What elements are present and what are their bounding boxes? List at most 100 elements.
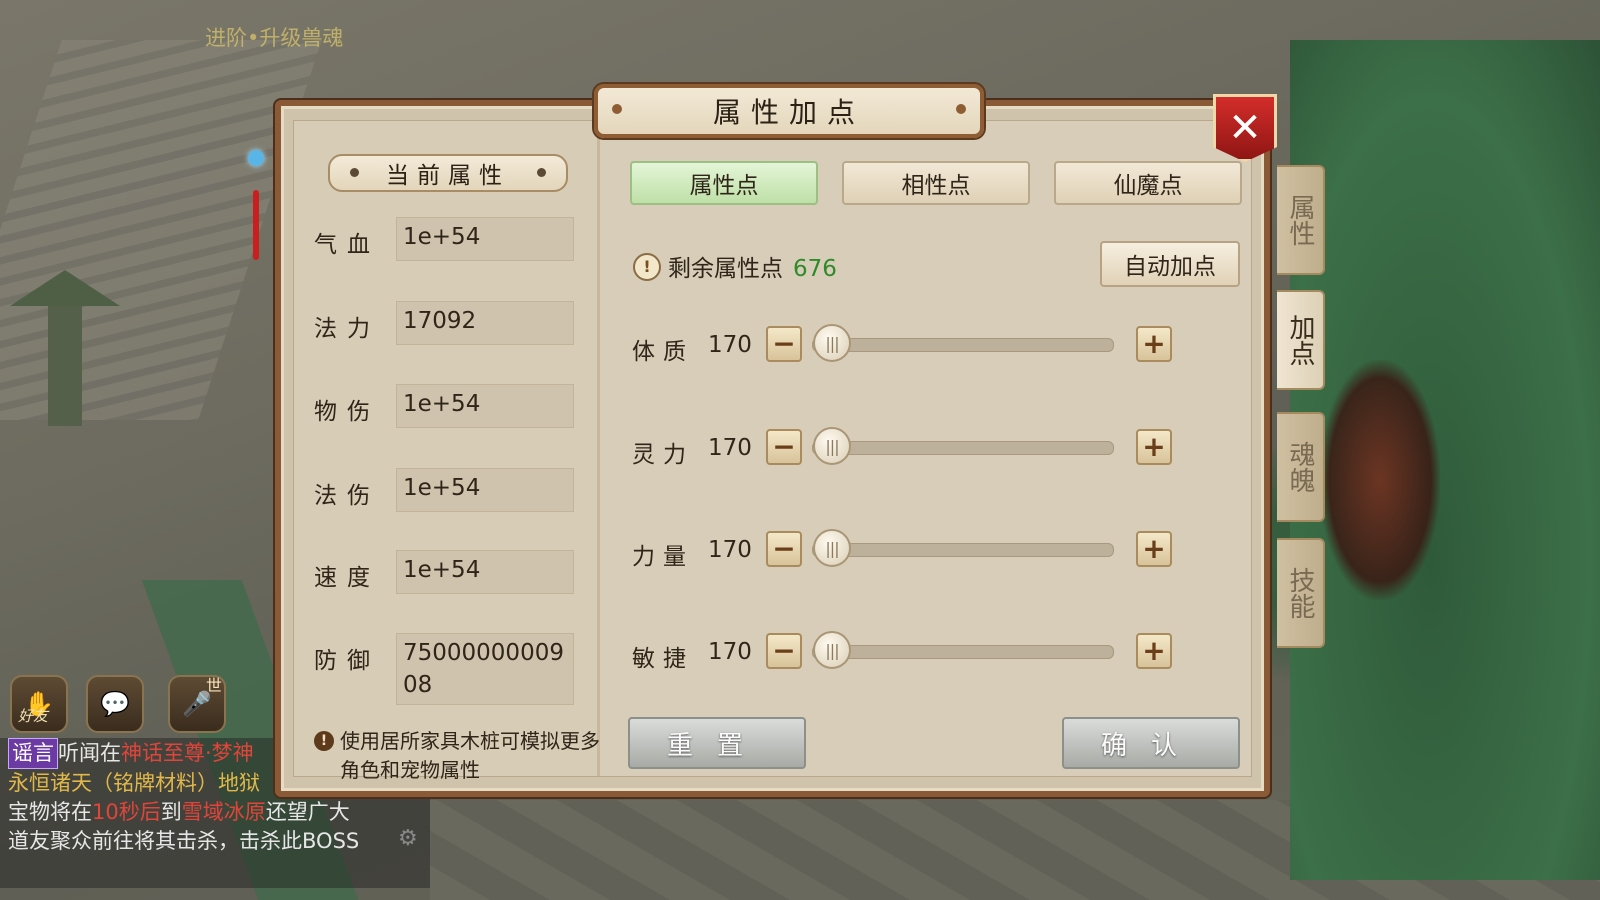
increase-button[interactable]: +: [1136, 326, 1172, 362]
chat-text: 听闻在: [58, 741, 121, 765]
chat-button[interactable]: 💬: [86, 675, 144, 733]
slider-value: 170: [708, 435, 752, 461]
chat-rumor-tag: 谣言: [8, 738, 58, 769]
friends-label: 好友: [18, 707, 49, 725]
decrease-button[interactable]: −: [766, 429, 802, 465]
current-attributes-title: 当前属性: [328, 154, 568, 192]
world-channel-tag: 世: [206, 676, 223, 695]
tab-immortal-demon-points[interactable]: 仙魔点: [1054, 161, 1242, 205]
side-tab-add-points[interactable]: 加点: [1277, 290, 1325, 390]
side-tab-label: 技能: [1285, 567, 1315, 619]
info-exclamation-icon: !: [314, 731, 334, 751]
slider-label: 体质: [632, 339, 694, 365]
attr-value: 1e+54: [396, 550, 574, 594]
slider-label: 灵力: [632, 442, 694, 468]
slider-row-spirit: 灵力 170 − ||| +: [632, 427, 1192, 471]
side-tab-label: 加点: [1285, 314, 1315, 366]
auto-allocate-button[interactable]: 自动加点: [1100, 241, 1240, 287]
slider-knob[interactable]: |||: [813, 324, 851, 362]
attr-row-phys-dmg: 物伤 1e+54: [314, 384, 584, 428]
slider-track[interactable]: [812, 543, 1114, 557]
chat-settings-gear-icon[interactable]: ⚙: [398, 826, 418, 851]
attr-label: 速度: [314, 565, 380, 591]
slider-knob[interactable]: |||: [813, 529, 851, 567]
attr-row-magic-dmg: 法伤 1e+54: [314, 468, 584, 512]
increase-button[interactable]: +: [1136, 531, 1172, 567]
grip-icon: |||: [825, 538, 839, 558]
attr-row-defense: 防御 7500000000908: [314, 633, 584, 705]
chat-highlight: 10秒后: [92, 800, 161, 824]
tab-affinity-points[interactable]: 相性点: [842, 161, 1030, 205]
increase-button[interactable]: +: [1136, 633, 1172, 669]
attr-row-mana: 法力 17092: [314, 301, 584, 345]
slider-knob[interactable]: |||: [813, 631, 851, 669]
remaining-points-value: 676: [793, 256, 837, 282]
boss-silhouette: [1320, 360, 1440, 600]
slider-value: 170: [708, 537, 752, 563]
slider-row-strength: 力量 170 − ||| +: [632, 529, 1192, 573]
jade-charm-ornament: [245, 120, 267, 270]
slider-row-constitution: 体质 170 − ||| +: [632, 324, 1192, 368]
dummy-hint: ! 使用居所家具木桩可模拟更多角色和宠物属性: [314, 727, 610, 785]
attr-value: 1e+54: [396, 468, 574, 512]
slider-value: 170: [708, 332, 752, 358]
plus-icon: +: [1142, 532, 1166, 565]
tab-attribute-points[interactable]: 属性点: [630, 161, 818, 205]
side-tab-attributes[interactable]: 属性: [1277, 165, 1325, 275]
attr-label: 法力: [314, 316, 380, 342]
slider-knob[interactable]: |||: [813, 427, 851, 465]
chat-line: 宝物将在10秒后到雪域冰原还望广大: [8, 798, 422, 827]
attr-label: 物伤: [314, 399, 380, 425]
slider-track[interactable]: [812, 441, 1114, 455]
close-icon: ✕: [1228, 105, 1262, 151]
confirm-button[interactable]: 确认: [1062, 717, 1240, 769]
dummy-hint-text: 使用居所家具木桩可模拟更多角色和宠物属性: [340, 729, 600, 782]
chat-text: 宝物将在: [8, 800, 92, 824]
decrease-button[interactable]: −: [766, 531, 802, 567]
slider-value: 170: [708, 639, 752, 665]
side-tab-label: 属性: [1285, 194, 1315, 246]
chat-highlight: 雪域冰原: [181, 800, 266, 824]
slider-track[interactable]: [812, 338, 1114, 352]
plus-icon: +: [1142, 327, 1166, 360]
slider-track[interactable]: [812, 645, 1114, 659]
panel-title-text: 属性加点: [712, 96, 865, 129]
attr-value: 1e+54: [396, 217, 574, 261]
chat-line: 道友聚众前往将其击杀，击杀此BOSS: [8, 829, 360, 853]
chat-highlight: 神话至尊·梦神: [121, 741, 254, 765]
side-tab-label: 魂魄: [1285, 441, 1315, 493]
attr-value: 7500000000908: [396, 633, 574, 705]
attribute-points-panel: 当前属性 气血 1e+54 法力 17092 物伤 1e+54 法伤 1e+54…: [275, 84, 1277, 797]
current-attributes-column: 当前属性 气血 1e+54 法力 17092 物伤 1e+54 法伤 1e+54…: [294, 121, 600, 782]
chat-text: 到: [160, 800, 182, 824]
attr-label: 法伤: [314, 483, 380, 509]
chat-text: 还望广大: [265, 800, 350, 824]
side-tab-skills[interactable]: 技能: [1277, 538, 1325, 648]
current-attributes-title-text: 当前属性: [386, 163, 510, 189]
increase-button[interactable]: +: [1136, 429, 1172, 465]
chat-bubble-icon: 💬: [100, 690, 130, 718]
pagoda-lantern: [10, 240, 120, 440]
remaining-points-label: 剩余属性点: [668, 256, 783, 282]
panel-title: 属性加点: [594, 84, 984, 138]
grip-icon: |||: [825, 333, 839, 353]
minus-icon: −: [772, 634, 796, 667]
decrease-button[interactable]: −: [766, 633, 802, 669]
reset-button[interactable]: 重置: [628, 717, 806, 769]
remaining-info-icon[interactable]: !: [633, 253, 661, 281]
plus-icon: +: [1142, 634, 1166, 667]
minus-icon: −: [772, 327, 796, 360]
attr-value: 17092: [396, 301, 574, 345]
grip-icon: |||: [825, 640, 839, 660]
panel-body: 当前属性 气血 1e+54 法力 17092 物伤 1e+54 法伤 1e+54…: [293, 120, 1252, 782]
minus-icon: −: [772, 532, 796, 565]
attr-label: 气血: [314, 232, 380, 258]
grip-icon: |||: [825, 436, 839, 456]
attr-row-hp: 气血 1e+54: [314, 217, 584, 261]
quest-tip[interactable]: 进阶•升级兽魂: [205, 22, 343, 52]
attr-label: 防御: [314, 648, 380, 674]
remaining-points: 剩余属性点 676: [668, 249, 837, 283]
side-tab-soul[interactable]: 魂魄: [1277, 412, 1325, 522]
decrease-button[interactable]: −: [766, 326, 802, 362]
minus-icon: −: [772, 430, 796, 463]
